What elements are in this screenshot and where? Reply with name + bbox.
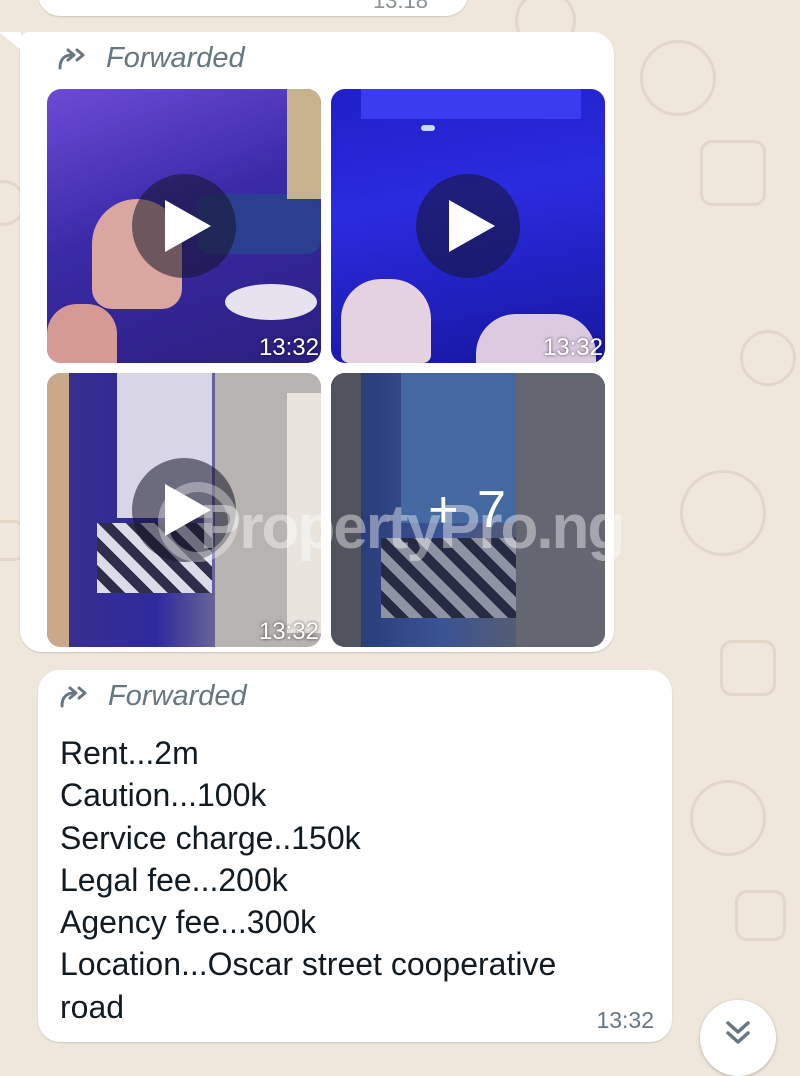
play-icon <box>449 200 495 252</box>
chevron-double-down-icon <box>726 1021 750 1044</box>
media-message-bubble[interactable]: Forwarded 13:32 13:32 13:32 + 7 <box>20 32 614 652</box>
message-line: Service charge..150k <box>60 819 361 856</box>
play-button[interactable] <box>416 174 520 278</box>
message-line: Caution...100k <box>60 777 267 814</box>
message-text: Rent...2m Caution...100k Service charge.… <box>60 732 556 1028</box>
message-line: Agency fee...300k <box>60 904 317 941</box>
message-time: 13:18 <box>372 0 428 13</box>
video-duration: 13:32 <box>258 618 319 645</box>
message-line: Legal fee...200k <box>60 861 288 898</box>
video-thumbnail[interactable]: 13:32 <box>331 89 605 363</box>
forwarded-indicator: Forwarded <box>58 42 245 75</box>
video-thumbnail[interactable]: 13:32 <box>47 89 321 363</box>
forward-icon <box>58 48 85 69</box>
forwarded-indicator: Forwarded <box>60 680 247 713</box>
message-line: Location...Oscar street cooperative <box>60 946 557 983</box>
video-duration: 13:32 <box>258 334 319 361</box>
message-time: 13:32 <box>596 1007 654 1033</box>
message-line: road <box>60 988 125 1025</box>
play-icon <box>165 200 211 252</box>
play-button[interactable] <box>132 174 236 278</box>
more-media-thumbnail[interactable]: + 7 <box>331 373 605 647</box>
forwarded-label: Forwarded <box>108 680 247 712</box>
previous-message-bubble[interactable]: 13:18 <box>38 0 468 16</box>
forward-icon <box>60 686 87 707</box>
more-media-count: + 7 <box>428 481 508 539</box>
watermark-logo <box>158 482 238 562</box>
forwarded-label: Forwarded <box>106 42 245 74</box>
message-line: Rent...2m <box>60 735 199 771</box>
scroll-to-bottom-button[interactable] <box>700 1000 776 1076</box>
text-message-bubble[interactable]: Forwarded Rent...2m Caution...100k Servi… <box>38 670 672 1042</box>
video-duration: 13:32 <box>542 334 603 361</box>
